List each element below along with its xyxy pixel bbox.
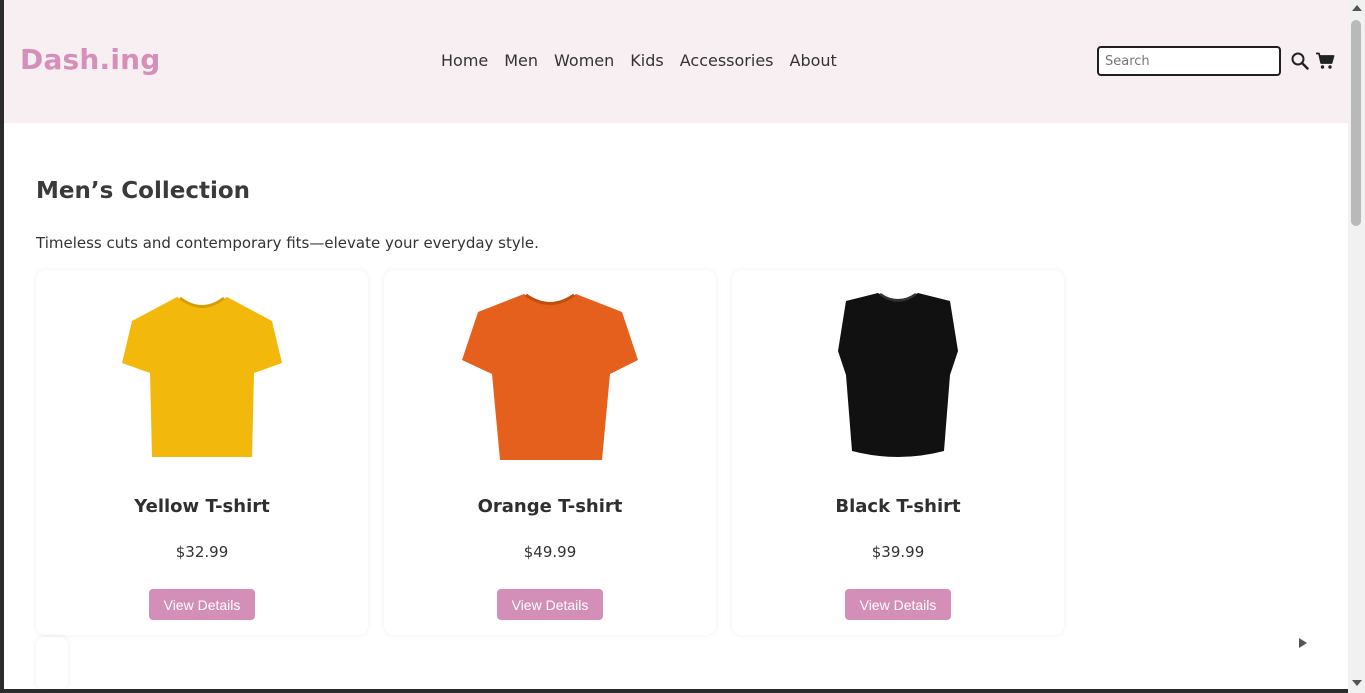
product-name: Black T-shirt bbox=[835, 496, 961, 517]
tshirt-icon bbox=[122, 296, 282, 457]
product-card: Yellow T-shirt $32.99 View Details bbox=[36, 270, 368, 635]
horizontal-scrollbar[interactable] bbox=[72, 633, 1292, 653]
search-box bbox=[1097, 46, 1281, 76]
product-list: Yellow T-shirt $32.99 View Details Orang… bbox=[36, 270, 1064, 635]
view-details-button[interactable]: View Details bbox=[845, 589, 951, 620]
product-name: Orange T-shirt bbox=[477, 496, 623, 517]
cart-icon[interactable] bbox=[1315, 51, 1335, 71]
product-name: Yellow T-shirt bbox=[134, 496, 270, 517]
product-image[interactable] bbox=[114, 288, 290, 464]
main-nav: Home Men Women Kids Accessories About bbox=[441, 51, 837, 70]
page-title: Men’s Collection bbox=[36, 178, 251, 204]
scroll-up-icon[interactable] bbox=[1352, 5, 1362, 11]
nav-about[interactable]: About bbox=[790, 51, 837, 70]
scroll-down-icon[interactable] bbox=[1352, 680, 1362, 686]
nav-home[interactable]: Home bbox=[441, 51, 488, 70]
nav-kids[interactable]: Kids bbox=[630, 51, 663, 70]
tshirt-icon bbox=[462, 293, 638, 460]
nav-accessories[interactable]: Accessories bbox=[680, 51, 774, 70]
product-price: $49.99 bbox=[523, 543, 577, 561]
product-image[interactable] bbox=[462, 288, 638, 464]
scroll-card-stub bbox=[36, 637, 68, 689]
view-details-button[interactable]: View Details bbox=[149, 589, 255, 620]
product-price: $39.99 bbox=[871, 543, 925, 561]
product-price: $32.99 bbox=[175, 543, 229, 561]
vertical-scrollbar[interactable] bbox=[1348, 0, 1365, 693]
view-details-button[interactable]: View Details bbox=[497, 589, 603, 620]
tshirt-icon bbox=[838, 292, 958, 457]
main-content: Men’s Collection Timeless cuts and conte… bbox=[4, 123, 1348, 689]
product-card: Black T-shirt $39.99 View Details bbox=[732, 270, 1064, 635]
site-header: Dash.ing Home Men Women Kids Accessories… bbox=[4, 0, 1348, 123]
search-input[interactable] bbox=[1097, 46, 1281, 76]
search-icon[interactable] bbox=[1290, 51, 1310, 71]
window-bottom-border bbox=[0, 689, 1348, 693]
product-card: Orange T-shirt $49.99 View Details bbox=[384, 270, 716, 635]
product-image[interactable] bbox=[810, 288, 986, 464]
scroll-right-icon[interactable] bbox=[1299, 638, 1307, 648]
page-subtitle: Timeless cuts and contemporary fits—elev… bbox=[36, 234, 539, 252]
site-logo[interactable]: Dash.ing bbox=[20, 43, 161, 76]
nav-men[interactable]: Men bbox=[504, 51, 538, 70]
nav-women[interactable]: Women bbox=[554, 51, 614, 70]
scrollbar-thumb[interactable] bbox=[1351, 20, 1361, 226]
